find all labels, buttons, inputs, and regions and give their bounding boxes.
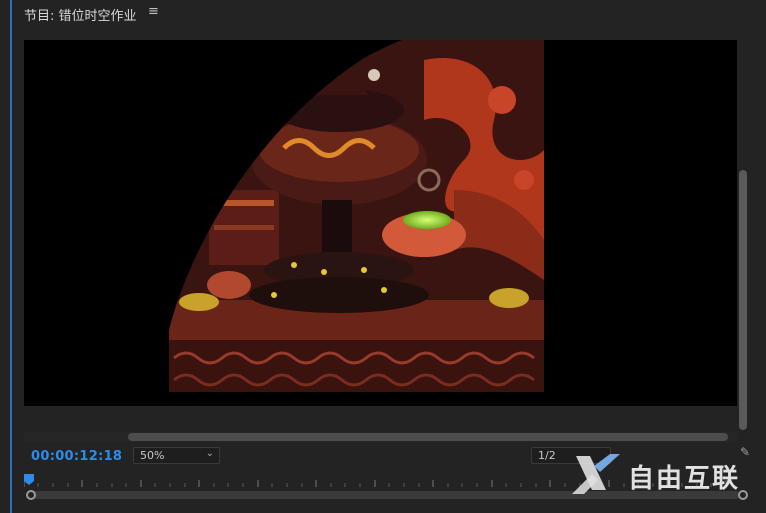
horizontal-scroll-thumb[interactable] bbox=[128, 433, 728, 441]
watermark: 自由互联 bbox=[570, 448, 760, 498]
zoom-scroll-left-handle[interactable] bbox=[26, 490, 36, 500]
program-viewer[interactable] bbox=[24, 40, 737, 406]
playback-resolution-value: 1/2 bbox=[538, 449, 556, 462]
chevron-down-icon: ⌄ bbox=[205, 448, 214, 459]
watermark-text: 自由互联 bbox=[628, 464, 741, 494]
zoom-level-select[interactable]: 50% ⌄ bbox=[133, 447, 220, 464]
horizontal-scrollbar[interactable] bbox=[24, 432, 737, 442]
vertical-scrollbar[interactable] bbox=[738, 40, 748, 432]
hamburger-menu-icon[interactable]: ≡ bbox=[148, 4, 159, 19]
x-logo-icon bbox=[572, 454, 620, 494]
vertical-scroll-thumb[interactable] bbox=[739, 170, 747, 430]
playhead-timecode[interactable]: 00:00:12:18 bbox=[31, 449, 122, 464]
panel-title[interactable]: 节目: 错位时空作业 bbox=[24, 5, 137, 24]
panel-header: 节目: 错位时空作业 ≡ bbox=[12, 0, 766, 26]
video-frame bbox=[169, 40, 544, 400]
program-monitor-panel: 节目: 错位时空作业 ≡ 00:00:12:18 50% ⌄ 1/2 ✎ 自由互… bbox=[0, 0, 766, 513]
playhead-marker[interactable] bbox=[24, 474, 34, 485]
zoom-level-value: 50% bbox=[140, 449, 165, 462]
panel-focus-border bbox=[10, 0, 12, 513]
